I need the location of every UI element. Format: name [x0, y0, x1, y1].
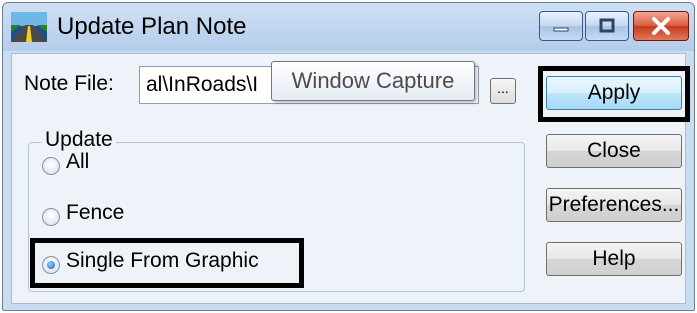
close-button[interactable]: Close: [546, 134, 682, 168]
single-from-graphic-highlight-box: [30, 238, 304, 288]
window-title: Update Plan Note: [57, 13, 247, 40]
road-app-icon: [11, 12, 47, 42]
update-group-title: Update: [42, 128, 116, 152]
title-bar[interactable]: Update Plan Note: [3, 3, 694, 51]
close-icon: [652, 17, 670, 35]
minimize-icon: [553, 27, 569, 32]
radio-fence-label[interactable]: Fence: [66, 201, 124, 225]
help-button[interactable]: Help: [546, 242, 682, 276]
maximize-button[interactable]: [585, 11, 629, 41]
radio-fence-control[interactable]: [42, 208, 60, 226]
radio-all-label[interactable]: All: [66, 150, 89, 174]
browse-button[interactable]: ...: [490, 78, 516, 104]
close-window-button[interactable]: [633, 11, 689, 41]
window-capture-tooltip: Window Capture: [271, 61, 475, 101]
apply-highlight-box: [538, 66, 690, 122]
dialog-window: Update Plan Note Note File: al\InRoads\I…: [2, 2, 695, 311]
dialog-content: Note File: al\InRoads\I t ... Window Cap…: [11, 53, 690, 304]
note-file-value: al\InRoads\I: [146, 73, 259, 96]
maximize-icon: [599, 18, 615, 33]
preferences-button[interactable]: Preferences...: [546, 188, 682, 222]
minimize-button[interactable]: [539, 11, 583, 41]
radio-all-control[interactable]: [42, 157, 60, 175]
note-file-label: Note File:: [24, 72, 114, 95]
